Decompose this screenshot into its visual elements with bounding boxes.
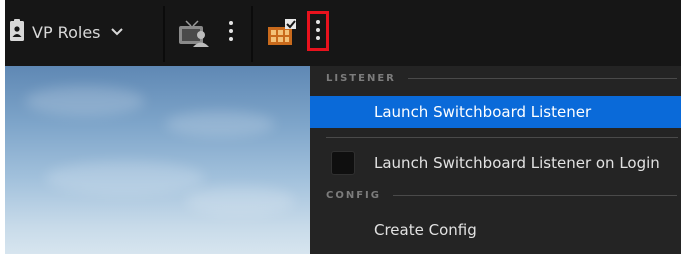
virtual-camera-button[interactable] (177, 20, 211, 48)
vp-roles-icon (10, 19, 24, 45)
launch-on-login-checkbox[interactable] (331, 151, 355, 175)
section-header-listener: LISTENER (310, 70, 681, 86)
highlight-box (307, 11, 329, 51)
menu-item-launch-listener-on-login[interactable]: Launch Switchboard Listener on Login (310, 147, 681, 179)
menu-item-launch-switchboard-listener[interactable]: Launch Switchboard Listener (310, 96, 681, 128)
menu-item-label: Launch Switchboard Listener (374, 103, 592, 121)
toolbar-separator (163, 6, 165, 62)
toolbar: VP Roles (5, 0, 681, 66)
menu-item-create-config[interactable]: Create Config (310, 214, 681, 246)
level-viewport[interactable] (5, 66, 310, 254)
switchboard-icon (267, 19, 297, 52)
virtual-camera-icon (177, 20, 211, 52)
menu-item-label: Launch Switchboard Listener on Login (374, 154, 660, 172)
section-header-config: CONFIG (310, 187, 681, 203)
switchboard-button[interactable] (267, 18, 297, 48)
toolbar-separator (251, 6, 253, 62)
vp-roles-dropdown[interactable]: VP Roles (10, 14, 123, 50)
switchboard-options-menu: LISTENER Launch Switchboard Listener Lau… (310, 66, 681, 254)
menu-item-label: Create Config (374, 221, 477, 239)
vp-roles-label: VP Roles (32, 22, 101, 42)
virtual-camera-options-button[interactable] (225, 21, 237, 41)
menu-divider (326, 137, 678, 138)
chevron-down-icon (110, 25, 123, 39)
editor-frame: VP Roles LISTENER Launch Switchboard Lis… (5, 0, 681, 254)
